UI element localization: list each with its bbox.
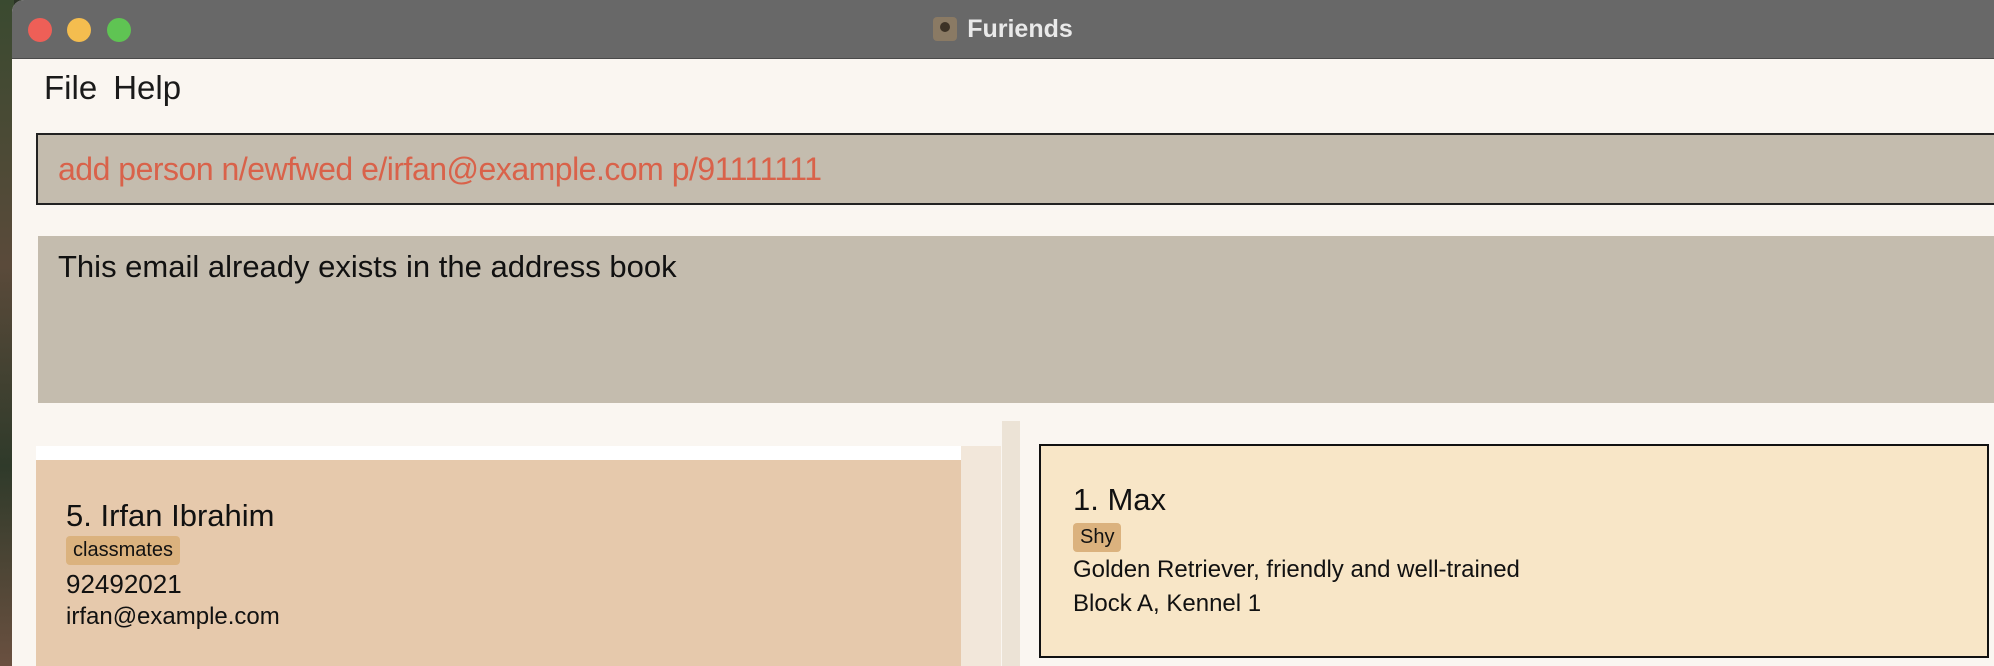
- person-name: 5. Irfan Ibrahim: [66, 498, 275, 533]
- person-tag: classmates: [66, 536, 181, 565]
- title-bar: Furiends: [12, 0, 1994, 59]
- window-title: Furiends: [967, 14, 1073, 43]
- result-display: This email already exists in the address…: [38, 236, 1994, 403]
- pet-name: 1. Max: [1073, 482, 1167, 517]
- person-card[interactable]: 5. Irfan Ibrahim classmates 92492021 irf…: [36, 460, 961, 666]
- menu-bar: File Help: [12, 60, 197, 116]
- menu-help[interactable]: Help: [113, 69, 181, 107]
- menu-file[interactable]: File: [44, 69, 97, 107]
- pet-description: Golden Retriever, friendly and well-trai…: [1073, 556, 1520, 583]
- result-message: This email already exists in the address…: [58, 249, 677, 284]
- pet-card[interactable]: 1. Max Shy Golden Retriever, friendly an…: [1039, 444, 1989, 658]
- window-title-group: Furiends: [12, 0, 1994, 58]
- pet-tag: Shy: [1073, 523, 1122, 552]
- app-icon: [933, 17, 958, 41]
- app-window: Furiends File Help This email already ex…: [12, 0, 1994, 666]
- person-phone: 92492021: [66, 569, 182, 599]
- person-email: irfan@example.com: [66, 603, 280, 630]
- person-list-header-strip: [36, 446, 961, 460]
- command-input[interactable]: [58, 135, 1976, 203]
- command-box: [36, 133, 1994, 205]
- panel-divider-scrollbar[interactable]: [1002, 421, 1020, 666]
- pet-location: Block A, Kennel 1: [1073, 590, 1262, 617]
